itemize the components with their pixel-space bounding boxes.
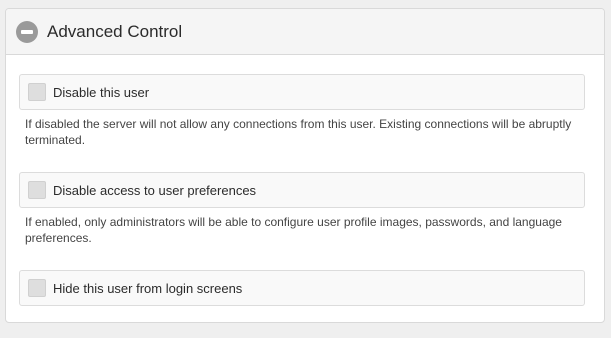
option-disable-preferences: Disable access to user preferences If en… [19,172,590,246]
disable-preferences-toggle[interactable]: Disable access to user preferences [19,172,585,208]
disable-preferences-description: If enabled, only administrators will be … [25,215,562,245]
panel-header[interactable]: Advanced Control [6,9,604,55]
option-disable-user: Disable this user If disabled the server… [19,74,590,148]
minus-circle-icon[interactable] [16,20,38,43]
option-hide-user: Hide this user from login screens [19,270,590,306]
panel-title: Advanced Control [47,21,183,41]
panel-body: Disable this user If disabled the server… [6,55,604,306]
disable-user-description: If disabled the server will not allow an… [25,117,572,147]
disable-user-checkbox[interactable] [28,83,46,101]
disable-user-toggle[interactable]: Disable this user [19,74,585,110]
disable-preferences-label: Disable access to user preferences [53,182,257,198]
disable-user-label: Disable this user [53,84,150,100]
hide-user-label: Hide this user from login screens [53,280,243,296]
advanced-control-panel: Advanced Control Disable this user If di… [5,8,605,323]
hide-user-checkbox[interactable] [28,279,46,297]
disable-preferences-checkbox[interactable] [28,181,46,199]
hide-user-toggle[interactable]: Hide this user from login screens [19,270,585,306]
